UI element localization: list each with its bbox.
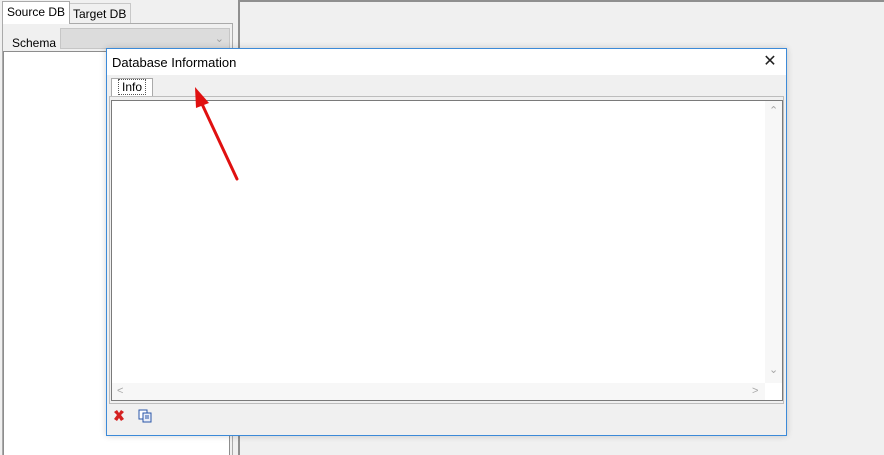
dialog-title: Database Information	[112, 55, 237, 70]
tab-source-db[interactable]: Source DB	[2, 1, 71, 24]
database-information-dialog: Database Information ✕ Info ⌃ ⌄ < >	[106, 48, 787, 436]
close-icon: ✕	[763, 53, 777, 70]
dialog-titlebar[interactable]: Database Information ✕	[107, 49, 786, 75]
info-textarea[interactable]: ⌃ ⌄ < >	[111, 100, 783, 401]
scroll-up-icon[interactable]: ⌃	[769, 104, 778, 117]
horizontal-scrollbar[interactable]: < >	[112, 383, 765, 400]
db-tab-strip: Source DB Target DB	[0, 0, 233, 24]
close-button[interactable]: ✕	[758, 51, 782, 73]
vertical-scrollbar[interactable]: ⌃ ⌄	[765, 101, 782, 383]
scroll-left-icon[interactable]: <	[117, 385, 123, 397]
delete-icon[interactable]	[111, 408, 127, 424]
schema-dropdown[interactable]: ⌄	[60, 28, 230, 49]
schema-label: Schema	[12, 36, 57, 50]
tab-info[interactable]: Info	[111, 78, 153, 96]
chevron-down-icon: ⌄	[214, 33, 224, 45]
dialog-footer-toolbar	[111, 408, 160, 428]
copy-icon[interactable]	[137, 408, 153, 424]
scroll-down-icon[interactable]: ⌄	[769, 363, 778, 376]
scroll-right-icon[interactable]: >	[752, 385, 758, 397]
tab-info-label: Info	[117, 79, 146, 95]
tab-target-db[interactable]: Target DB	[68, 3, 132, 23]
